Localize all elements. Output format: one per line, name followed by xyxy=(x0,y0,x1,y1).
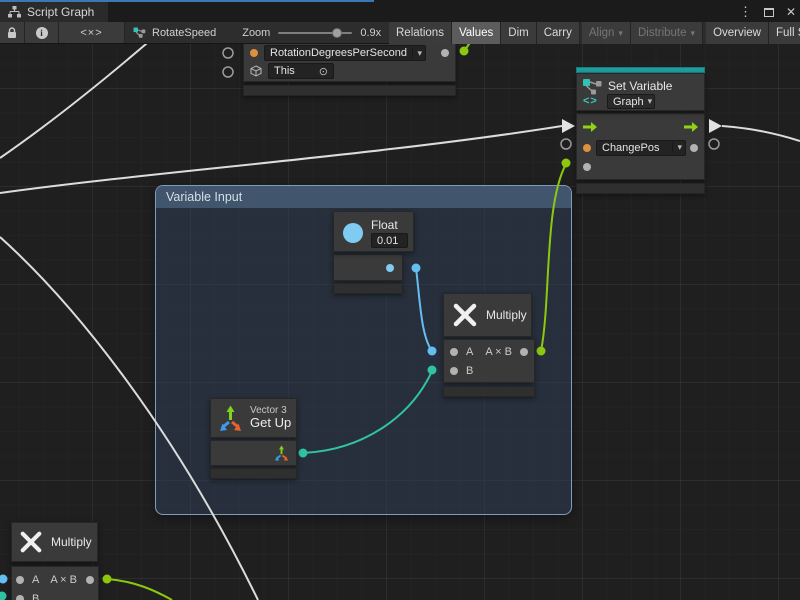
graph-canvas[interactable]: Variable Input xyxy=(0,0,800,600)
node-title: Multiply xyxy=(486,308,527,322)
control-in-port[interactable] xyxy=(583,122,597,132)
output-port[interactable] xyxy=(86,576,94,584)
node-footer xyxy=(576,183,705,194)
node-title: Multiply xyxy=(51,535,92,549)
scope-dropdown[interactable]: Graph ▾ xyxy=(607,94,655,109)
wire-control-out-of-set-variable[interactable] xyxy=(722,126,800,141)
code-icon: <> xyxy=(583,95,598,107)
lock-icon xyxy=(7,27,17,39)
group-header[interactable]: Variable Input xyxy=(156,186,571,208)
chevron-down-icon: ▾ xyxy=(618,28,623,39)
overview-button[interactable]: Overview xyxy=(706,22,769,44)
get-up-node[interactable]: Vector 3 Get Up xyxy=(210,398,297,479)
control-out-port[interactable] xyxy=(684,122,698,132)
output-port[interactable] xyxy=(520,348,528,356)
cube-icon xyxy=(250,65,262,77)
control-arrow-out xyxy=(709,119,722,133)
zoom-slider-handle[interactable] xyxy=(332,28,342,38)
control-arrow-in xyxy=(562,119,575,133)
float-value-field[interactable]: 0.01 xyxy=(371,233,408,248)
vector3-output-port[interactable] xyxy=(274,445,289,461)
output-port[interactable] xyxy=(441,49,449,57)
maximize-icon[interactable] xyxy=(764,8,774,17)
port-ring[interactable] xyxy=(709,139,719,149)
chevron-down-icon[interactable]: ▾ xyxy=(672,142,682,153)
node-footer xyxy=(210,468,297,479)
port-ring[interactable] xyxy=(561,139,571,149)
wire-control-into-set-variable[interactable] xyxy=(0,126,562,193)
set-variable-node[interactable]: <> Set Variable Graph ▾ xyxy=(576,67,705,194)
wire-cap xyxy=(460,47,469,56)
breadcrumb[interactable]: RotateSpeed xyxy=(125,22,226,43)
tab-label: Script Graph xyxy=(27,5,94,19)
chevron-down-icon: ▾ xyxy=(644,96,653,107)
zoom-value: 0.9x xyxy=(360,27,381,39)
graph-node-icon xyxy=(133,27,146,38)
breadcrumb-graph-name: RotateSpeed xyxy=(152,27,216,39)
align-dropdown-button[interactable]: Align▾ xyxy=(582,22,631,44)
carry-button[interactable]: Carry xyxy=(537,22,580,44)
port-ring[interactable] xyxy=(223,67,233,77)
node-title: Get Up xyxy=(250,416,291,431)
extra-port[interactable] xyxy=(583,163,591,171)
input-b-port[interactable] xyxy=(16,595,24,600)
value-out-port[interactable] xyxy=(690,144,698,152)
input-b-port[interactable] xyxy=(450,367,458,375)
multiply-node[interactable]: Multiply A A × B B xyxy=(443,293,535,397)
vector3-icon xyxy=(218,405,243,431)
graph-toolbar: i <×> RotateSpeed Zoom 0.9x Relations Va… xyxy=(0,22,800,44)
node-title: Set Variable xyxy=(608,79,672,93)
float-literal-node[interactable]: Float 0.01 xyxy=(333,211,414,294)
code-preview-icon: <×> xyxy=(80,27,102,39)
node-footer xyxy=(443,386,535,397)
distribute-dropdown-button[interactable]: Distribute▾ xyxy=(631,22,703,44)
fullscreen-button[interactable]: Full Screen xyxy=(769,22,800,44)
toolbar-buttons: Relations Values Dim Carry Align▾ Distri… xyxy=(389,22,800,44)
multiply-node-bottom[interactable]: Multiply A A × B B xyxy=(11,522,99,600)
float-type-icon xyxy=(343,223,363,243)
info-icon: i xyxy=(36,27,48,39)
node-footer xyxy=(333,283,403,294)
close-icon[interactable]: ✕ xyxy=(786,5,796,19)
graph-hierarchy-icon xyxy=(8,6,21,18)
wire-cap xyxy=(103,575,112,584)
group-title: Variable Input xyxy=(166,190,242,204)
set-variable-icon xyxy=(582,78,604,95)
wire-cap xyxy=(0,575,8,584)
node-footer xyxy=(243,85,456,96)
wire-control-topleft[interactable] xyxy=(0,38,153,158)
multiply-icon xyxy=(452,302,478,328)
input-a-port[interactable] xyxy=(16,576,24,584)
zoom-slider[interactable] xyxy=(278,32,352,34)
get-variable-node[interactable]: RotationDegreesPerSecond ▾ This ⊙ xyxy=(243,37,456,96)
wire-multiply-bottom-out[interactable] xyxy=(107,579,172,600)
port-ring[interactable] xyxy=(223,48,233,58)
relations-button[interactable]: Relations xyxy=(389,22,452,44)
unity-visual-scripting-window: Variable Input xyxy=(0,0,800,600)
info-button[interactable]: i xyxy=(25,22,59,43)
zoom-label: Zoom xyxy=(242,27,270,39)
chevron-down-icon: ▾ xyxy=(691,28,696,39)
dim-button[interactable]: Dim xyxy=(501,22,536,44)
object-picker-icon[interactable]: ⊙ xyxy=(319,65,328,78)
values-button[interactable]: Values xyxy=(452,22,501,44)
variable-name-field[interactable]: ChangePos ▾ xyxy=(596,140,686,156)
node-title: Float xyxy=(371,218,398,232)
code-preview-button[interactable]: <×> xyxy=(59,22,125,43)
titlebar: Script Graph ⋮ ✕ xyxy=(0,0,800,22)
lock-button[interactable] xyxy=(0,22,25,43)
variable-name-field[interactable]: RotationDegreesPerSecond ▾ xyxy=(264,45,426,61)
value-in-port[interactable] xyxy=(583,144,591,152)
multiply-icon xyxy=(19,530,43,554)
window-menu-icon[interactable]: ⋮ xyxy=(739,4,752,20)
tab-script-graph[interactable]: Script Graph xyxy=(0,2,108,22)
wire-cap xyxy=(562,159,571,168)
chevron-down-icon[interactable]: ▾ xyxy=(412,48,422,59)
wire-cap xyxy=(0,592,7,600)
target-field[interactable]: This ⊙ xyxy=(268,63,334,79)
input-a-port[interactable] xyxy=(450,348,458,356)
zoom-control: Zoom 0.9x xyxy=(226,22,381,43)
float-output-port[interactable] xyxy=(386,264,394,272)
value-port[interactable] xyxy=(250,49,258,57)
